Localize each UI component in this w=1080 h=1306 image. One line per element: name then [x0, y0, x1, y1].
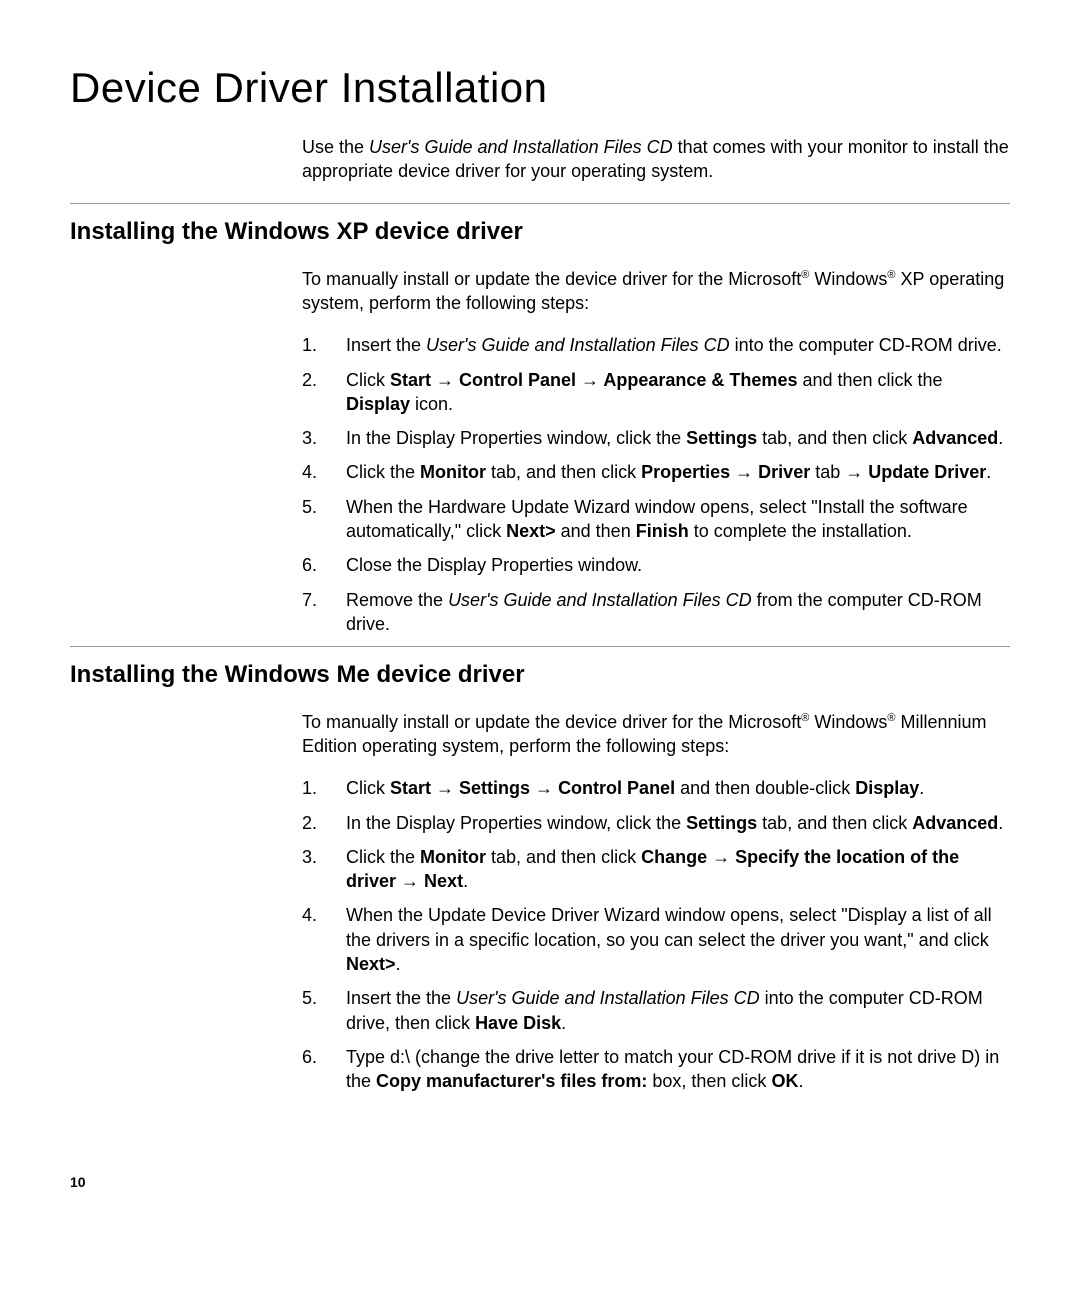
- me-step-list: 1.Click Start → Settings → Control Panel…: [302, 776, 1010, 1093]
- intro-paragraph: Use the User's Guide and Installation Fi…: [302, 135, 1010, 184]
- section-heading-me: Installing the Windows Me device driver: [70, 659, 1010, 691]
- list-item: 1.Click Start → Settings → Control Panel…: [346, 776, 1010, 800]
- divider: [70, 203, 1010, 204]
- list-item: 5.Insert the the User's Guide and Instal…: [346, 986, 1010, 1035]
- list-item: 2.Click Start → Control Panel → Appearan…: [346, 368, 1010, 417]
- list-item: 6.Close the Display Properties window.: [346, 553, 1010, 577]
- page-title: Device Driver Installation: [70, 60, 1010, 117]
- list-item: 4.When the Update Device Driver Wizard w…: [346, 903, 1010, 976]
- list-item: 6.Type d:\ (change the drive letter to m…: [346, 1045, 1010, 1094]
- list-item: 3.In the Display Properties window, clic…: [346, 426, 1010, 450]
- list-item: 7.Remove the User's Guide and Installati…: [346, 588, 1010, 637]
- section-heading-xp: Installing the Windows XP device driver: [70, 216, 1010, 248]
- list-item: 2.In the Display Properties window, clic…: [346, 811, 1010, 835]
- list-item: 3.Click the Monitor tab, and then click …: [346, 845, 1010, 894]
- list-item: 5.When the Hardware Update Wizard window…: [346, 495, 1010, 544]
- divider: [70, 646, 1010, 647]
- xp-step-list: 1.Insert the User's Guide and Installati…: [302, 333, 1010, 636]
- list-item: 1.Insert the User's Guide and Installati…: [346, 333, 1010, 357]
- page-number: 10: [70, 1173, 1010, 1192]
- list-item: 4.Click the Monitor tab, and then click …: [346, 460, 1010, 484]
- section-body-xp: To manually install or update the device…: [302, 267, 1010, 637]
- me-intro: To manually install or update the device…: [302, 710, 1010, 759]
- section-body-me: To manually install or update the device…: [302, 710, 1010, 1094]
- xp-intro: To manually install or update the device…: [302, 267, 1010, 316]
